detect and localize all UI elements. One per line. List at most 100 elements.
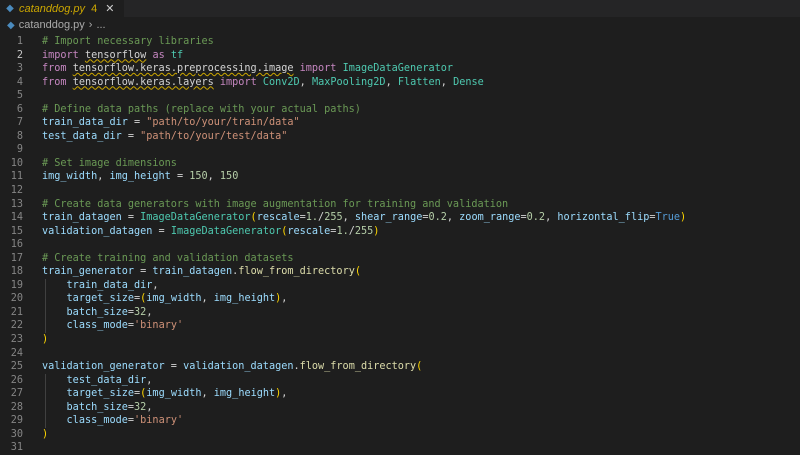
python-file-icon: ◆ xyxy=(6,3,14,14)
indent-guide xyxy=(45,387,46,401)
line-number: 3 xyxy=(16,63,23,75)
token-bracket: ) xyxy=(42,334,49,346)
code-line[interactable]: 17 # Create training and validation datas… xyxy=(0,252,800,266)
token-punctuation: = xyxy=(127,117,147,129)
token-identifier: batch_size xyxy=(66,306,128,318)
code-text: batch_size=32, xyxy=(42,401,153,415)
token-identifier: horizontal_flip xyxy=(557,212,650,224)
code-line[interactable]: 6 # Define data paths (replace with your … xyxy=(0,103,800,117)
line-number: 19 xyxy=(10,279,23,291)
code-line[interactable]: 31 xyxy=(0,441,800,455)
token-identifier: train_datagen xyxy=(42,212,122,224)
line-number: 18 xyxy=(10,266,23,278)
code-line[interactable]: 18 train_generator = train_datagen.flow_f… xyxy=(0,265,800,279)
token-string: 'binary' xyxy=(134,415,184,427)
tab-filename: catanddog.py xyxy=(19,2,86,15)
code-line[interactable]: 8 test_data_dir = "path/to/your/test/data… xyxy=(0,130,800,144)
code-line[interactable]: 7 train_data_dir = "path/to/your/train/da… xyxy=(0,116,800,130)
token-keyword: from xyxy=(42,76,67,88)
token-identifier: rescale xyxy=(287,225,331,237)
code-editor[interactable]: 1 # Import necessary libraries 2 import ten… xyxy=(0,35,800,455)
line-number: 27 xyxy=(10,388,23,400)
token-identifier: zoom_range xyxy=(459,212,521,224)
code-text: batch_size=32, xyxy=(42,306,153,320)
token-bracket: ) xyxy=(680,212,687,224)
token-punctuation: , xyxy=(146,306,153,318)
code-line[interactable]: 11 img_width, img_height = 150, 150 xyxy=(0,170,800,184)
token-keyword: from xyxy=(42,63,67,75)
token-identifier: target_size xyxy=(66,293,135,305)
token-module-name: tensorflow xyxy=(84,49,147,61)
code-text: class_mode='binary' xyxy=(42,414,184,428)
code-line[interactable]: 26 test_data_dir, xyxy=(0,373,800,388)
line-number: 7 xyxy=(16,117,23,129)
line-number: 12 xyxy=(10,185,23,197)
line-number: 1 xyxy=(16,36,23,47)
token-identifier: img_height xyxy=(213,388,276,400)
code-line[interactable]: 10 # Set image dimensions xyxy=(0,157,800,171)
line-number: 23 xyxy=(10,334,23,346)
line-number: 14 xyxy=(10,212,23,224)
code-line[interactable]: 1 # Import necessary libraries xyxy=(0,35,800,49)
token-module-name: tensorflow.keras.layers xyxy=(72,76,214,88)
code-text: validation_datagen = ImageDataGenerator(… xyxy=(42,225,379,239)
token-punctuation: , xyxy=(146,374,153,386)
code-line[interactable]: 22 class_mode='binary' xyxy=(0,319,800,334)
token-number: 32 xyxy=(134,401,147,413)
token-punctuation: = xyxy=(121,130,141,142)
code-line[interactable]: 28 batch_size=32, xyxy=(0,400,800,415)
code-line[interactable]: 9 xyxy=(0,143,800,157)
code-line[interactable]: 30) xyxy=(0,428,800,442)
code-line[interactable]: 20 target_size=(img_width, img_height), xyxy=(0,292,800,306)
token-identifier: shear_range xyxy=(354,212,423,224)
code-text: import tensorflow as tf xyxy=(42,49,183,63)
token-punctuation: , xyxy=(146,401,153,413)
token-number: 150 xyxy=(189,171,208,183)
code-line[interactable]: 3 from tensorflow.keras.preprocessing.ima… xyxy=(0,62,800,76)
code-line[interactable]: 5 xyxy=(0,89,800,103)
token-identifier: train_datagen xyxy=(152,266,233,278)
line-number: 15 xyxy=(10,225,23,237)
code-text: test_data_dir, xyxy=(42,374,153,388)
breadcrumb-file[interactable]: catanddog.py xyxy=(19,19,85,31)
line-number: 28 xyxy=(10,401,23,413)
code-text: train_datagen = ImageDataGenerator(resca… xyxy=(42,211,686,225)
code-line[interactable]: 4 from tensorflow.keras.layers import Con… xyxy=(0,76,800,90)
token-keyword: import xyxy=(42,49,79,61)
token-number: 150 xyxy=(219,171,239,183)
token-punctuation: , xyxy=(440,76,454,88)
code-line[interactable]: 15 validation_datagen = ImageDataGenerato… xyxy=(0,225,800,239)
code-line[interactable]: 13 # Create data generators with image au… xyxy=(0,198,800,212)
breadcrumb-separator: › xyxy=(88,19,93,31)
line-number: 11 xyxy=(10,171,23,183)
breadcrumb-symbol[interactable]: ... xyxy=(96,19,105,31)
code-text: img_width, img_height = 150, 150 xyxy=(42,170,238,184)
indent-guide xyxy=(45,414,46,428)
code-line[interactable]: 2 import tensorflow as tf xyxy=(0,49,800,63)
line-number: 20 xyxy=(10,293,23,305)
token-function-name: flow_from_directory xyxy=(299,361,417,373)
code-line[interactable]: 21 batch_size=32, xyxy=(0,305,800,320)
close-icon[interactable]: ✕ xyxy=(105,2,114,15)
token-identifier: test_data_dir xyxy=(42,130,122,142)
token-bracket: ) xyxy=(373,225,380,237)
code-text: test_data_dir = "path/to/your/test/data" xyxy=(42,130,287,144)
line-number: 30 xyxy=(10,428,23,440)
code-text: from tensorflow.keras.layers import Conv… xyxy=(42,76,484,90)
token-punctuation: , xyxy=(207,171,220,183)
code-line[interactable]: 12 xyxy=(0,184,800,198)
code-line[interactable]: 19 train_data_dir, xyxy=(0,278,800,293)
code-line[interactable]: 14 train_datagen = ImageDataGenerator(res… xyxy=(0,211,800,225)
token-punctuation: , xyxy=(97,171,110,183)
code-line[interactable]: 25 validation_generator = validation_data… xyxy=(0,360,800,374)
token-identifier: validation_datagen xyxy=(42,225,153,237)
tab-catanddog[interactable]: ◆ catanddog.py 4 ✕ xyxy=(0,0,124,17)
token-identifier: validation_datagen xyxy=(183,361,294,373)
code-line[interactable]: 16 xyxy=(0,238,800,252)
code-line[interactable]: 23) xyxy=(0,333,800,347)
token-punctuation: , xyxy=(342,212,355,224)
code-line[interactable]: 24 xyxy=(0,347,800,361)
line-number: 31 xyxy=(10,442,23,454)
code-line[interactable]: 29 class_mode='binary' xyxy=(0,414,800,428)
code-line[interactable]: 27 target_size=(img_width, img_height), xyxy=(0,387,800,401)
